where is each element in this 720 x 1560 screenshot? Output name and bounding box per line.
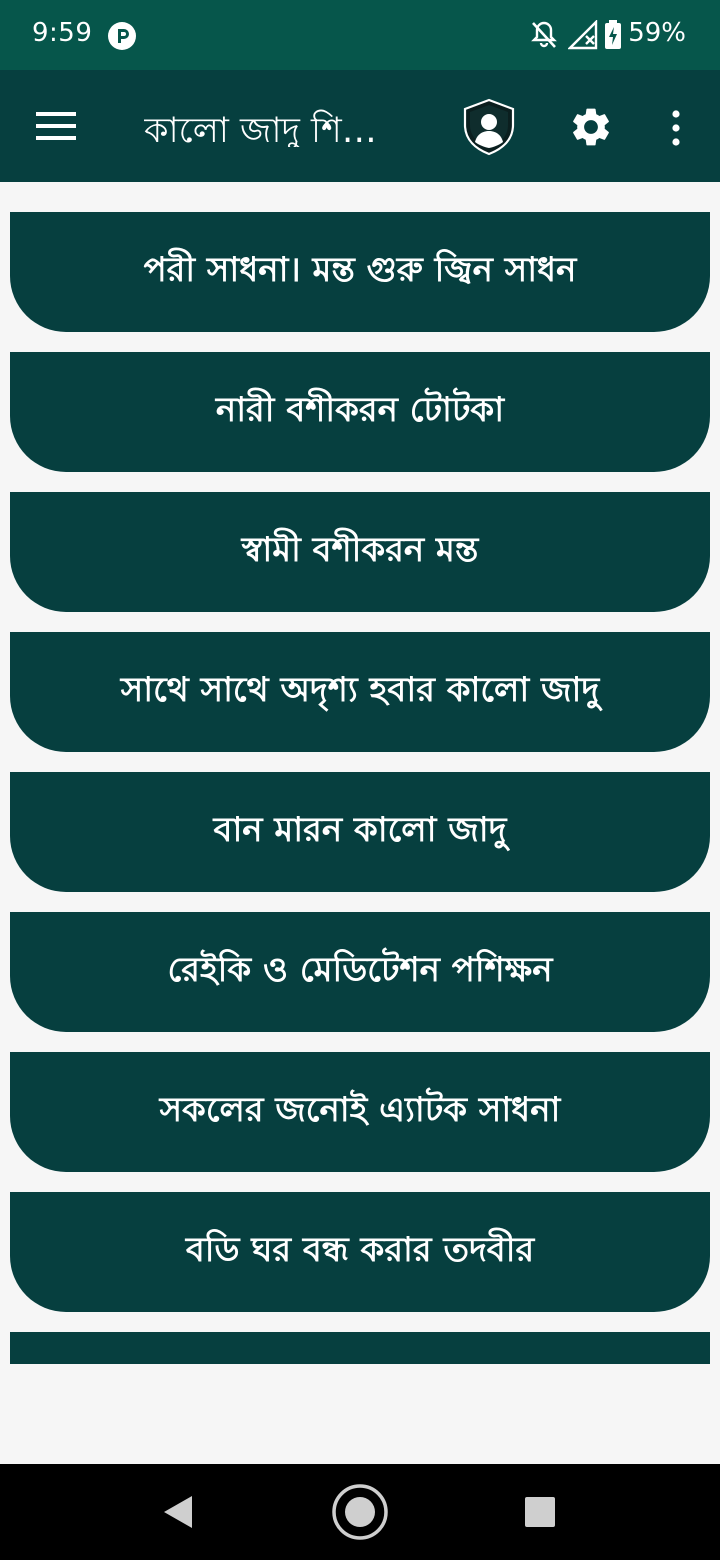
menu-icon[interactable] xyxy=(34,106,78,146)
gear-icon[interactable] xyxy=(568,104,614,150)
battery-icon xyxy=(605,20,621,49)
app-notification-icon xyxy=(108,22,136,50)
topic-button[interactable]: স্বামী বশীকরন মন্ত xyxy=(10,492,710,612)
home-icon[interactable] xyxy=(330,1482,390,1542)
status-bar: 9:59 59% xyxy=(0,0,720,70)
topic-label: পরী সাধনা। মন্ত গুরু জ্বিন সাধন xyxy=(143,249,577,290)
app-bar: কালো জাদু শি… xyxy=(0,70,720,182)
topic-label: নারী বশীকরন টোটকা xyxy=(215,389,505,430)
topic-label: বডি ঘর বন্ধ করার তদবীর xyxy=(185,1229,535,1270)
recents-icon[interactable] xyxy=(524,1496,556,1528)
system-nav-bar xyxy=(0,1464,720,1560)
topic-button-partial[interactable] xyxy=(10,1332,710,1364)
topic-label: সকলের জনোই এ্যাটক সাধনা xyxy=(159,1089,561,1130)
topic-label: সাথে সাথে অদৃশ্য হবার কালো জাদু xyxy=(120,669,600,710)
notifications-off-icon xyxy=(531,21,557,48)
status-time: 9:59 xyxy=(32,18,93,48)
topic-button[interactable]: বডি ঘর বন্ধ করার তদবীর xyxy=(10,1192,710,1312)
battery-percent: 59% xyxy=(628,18,686,48)
topic-button[interactable]: বান মারন কালো জাদু xyxy=(10,772,710,892)
topic-button[interactable]: রেইকি ও মেডিটেশন পশিক্ষন xyxy=(10,912,710,1032)
back-icon[interactable] xyxy=(160,1492,196,1532)
signal-icon xyxy=(568,20,598,50)
topic-button[interactable]: পরী সাধনা। মন্ত গুরু জ্বিন সাধন xyxy=(10,212,710,332)
topic-label: রেইকি ও মেডিটেশন পশিক্ষন xyxy=(167,949,553,990)
topic-button[interactable]: সকলের জনোই এ্যাটক সাধনা xyxy=(10,1052,710,1172)
topic-label: বান মারন কালো জাদু xyxy=(213,809,507,850)
topic-label: স্বামী বশীকরন মন্ত xyxy=(241,529,479,570)
topic-button[interactable]: সাথে সাথে অদৃশ্য হবার কালো জাদু xyxy=(10,632,710,752)
more-vert-icon[interactable] xyxy=(664,108,688,148)
shield-user-icon[interactable] xyxy=(460,98,518,156)
app-title: কালো জাদু শি… xyxy=(144,111,377,147)
topic-list: পরী সাধনা। মন্ত গুরু জ্বিন সাধন নারী বশী… xyxy=(10,212,710,1332)
topic-button[interactable]: নারী বশীকরন টোটকা xyxy=(10,352,710,472)
